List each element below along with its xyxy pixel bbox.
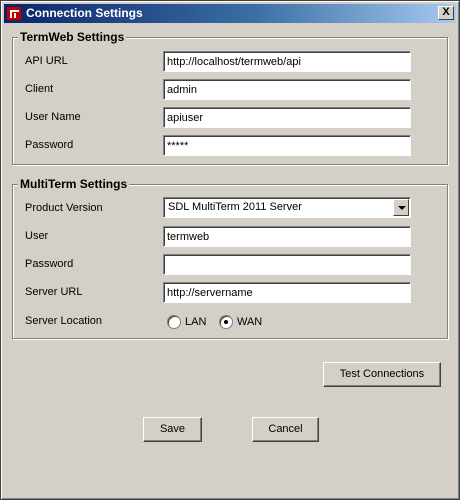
radio-lan-circle bbox=[167, 315, 181, 329]
multiterm-user-label: User bbox=[25, 230, 49, 242]
radio-lan-label: LAN bbox=[185, 316, 207, 328]
termweb-password-label: Password bbox=[25, 139, 74, 151]
radio-selected-dot bbox=[224, 320, 228, 324]
server-url-label: Server URL bbox=[25, 286, 83, 298]
client-label: Client bbox=[25, 83, 54, 95]
radio-wan-circle bbox=[219, 315, 233, 329]
app-icon bbox=[7, 7, 21, 20]
chevron-down-icon[interactable] bbox=[393, 199, 409, 216]
multiterm-password-field[interactable] bbox=[163, 254, 411, 275]
multiterm-settings-legend: MultiTerm Settings bbox=[18, 176, 130, 192]
multiterm-user-field[interactable] bbox=[163, 226, 411, 247]
server-url-field[interactable] bbox=[163, 282, 411, 303]
connection-settings-dialog: Connection Settings X TermWeb Settings A… bbox=[0, 0, 460, 500]
save-button[interactable]: Save bbox=[143, 417, 202, 442]
close-icon[interactable]: X bbox=[438, 6, 454, 20]
radio-wan-label: WAN bbox=[237, 316, 263, 328]
user-name-field[interactable] bbox=[163, 107, 411, 128]
client-field[interactable] bbox=[163, 79, 411, 100]
test-connections-button[interactable]: Test Connections bbox=[323, 362, 441, 387]
server-location-label: Server Location bbox=[25, 315, 103, 327]
api-url-field[interactable] bbox=[163, 51, 411, 72]
termweb-password-field[interactable] bbox=[163, 135, 411, 156]
product-version-select[interactable]: SDL MultiTerm 2011 Server bbox=[163, 197, 411, 218]
user-name-label: User Name bbox=[25, 111, 81, 123]
termweb-settings-legend: TermWeb Settings bbox=[18, 29, 127, 45]
multiterm-password-label: Password bbox=[25, 258, 74, 270]
product-version-label: Product Version bbox=[25, 202, 103, 214]
title-bar[interactable]: Connection Settings X bbox=[4, 4, 456, 23]
cancel-button[interactable]: Cancel bbox=[252, 417, 319, 442]
window-title: Connection Settings bbox=[26, 6, 143, 20]
api-url-label: API URL bbox=[25, 55, 68, 67]
product-version-value: SDL MultiTerm 2011 Server bbox=[168, 201, 302, 213]
